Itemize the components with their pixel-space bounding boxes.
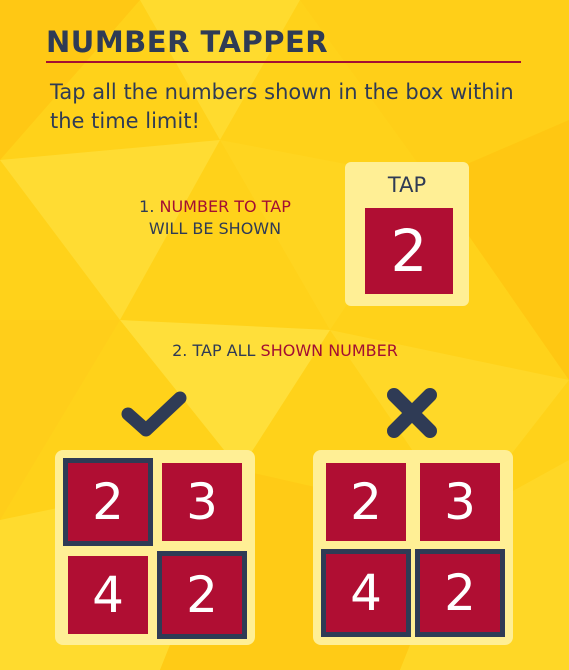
step-1-rest: WILL BE SHOWN [148,219,282,238]
grid-cell: 4 [321,549,411,637]
step-1-prefix: 1. [139,197,160,216]
grid-cell: 4 [68,556,148,634]
check-icon [121,391,187,437]
grid-cell: 2 [326,463,406,541]
step-2-text: 2. TAP ALL SHOWN NUMBER [100,340,470,362]
grid-cell: 2 [415,549,505,637]
grid-cell: 3 [162,463,242,541]
step-2-prefix: 2. TAP ALL [172,341,261,360]
instruction-text: Tap all the numbers shown in the box wit… [50,80,514,133]
tap-box: TAP 2 [345,162,469,306]
target-number-tile: 2 [365,208,453,294]
step-2-highlight: SHOWN NUMBER [260,341,398,360]
title-underline [46,61,521,63]
game-title: NUMBER TAPPER [46,25,329,59]
cross-icon [387,388,437,438]
grid-cell: 3 [420,463,500,541]
grid-cell: 2 [157,551,247,639]
grid-cell: 2 [63,458,153,546]
correct-example-grid: 2 3 4 2 [55,450,255,645]
step-1-text: 1. NUMBER TO TAP WILL BE SHOWN [100,196,330,240]
wrong-example-grid: 2 3 4 2 [313,450,513,645]
tap-label: TAP [387,173,427,197]
step-1-highlight: NUMBER TO TAP [159,197,291,216]
